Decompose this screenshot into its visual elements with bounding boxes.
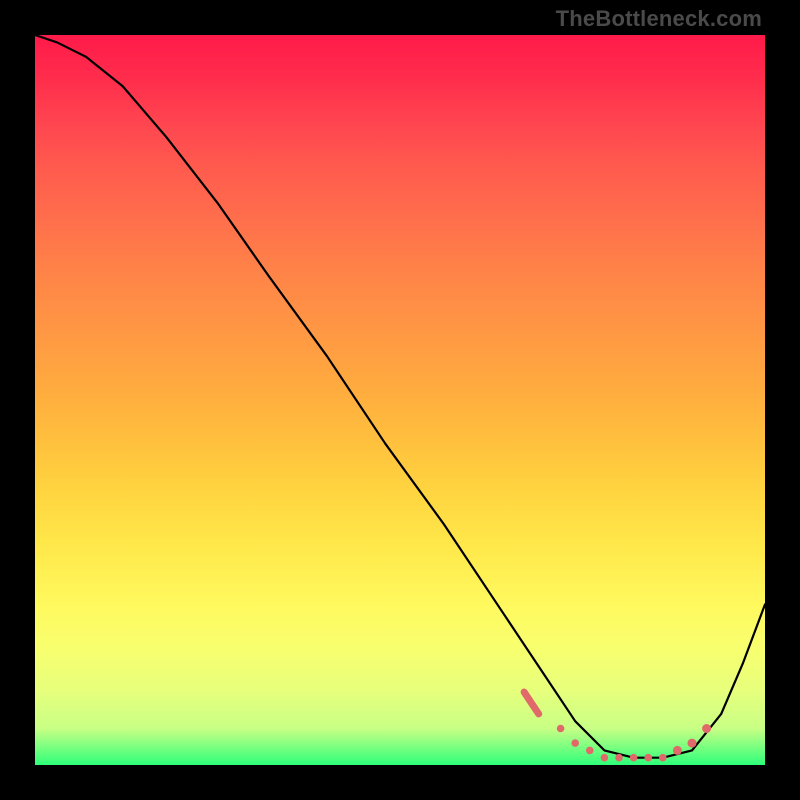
chart-svg xyxy=(35,35,765,765)
chart-frame: TheBottleneck.com xyxy=(0,0,800,800)
highlight-markers xyxy=(524,692,711,762)
bottleneck-curve xyxy=(35,35,765,758)
plot-area xyxy=(35,35,765,765)
watermark-text: TheBottleneck.com xyxy=(556,6,762,32)
